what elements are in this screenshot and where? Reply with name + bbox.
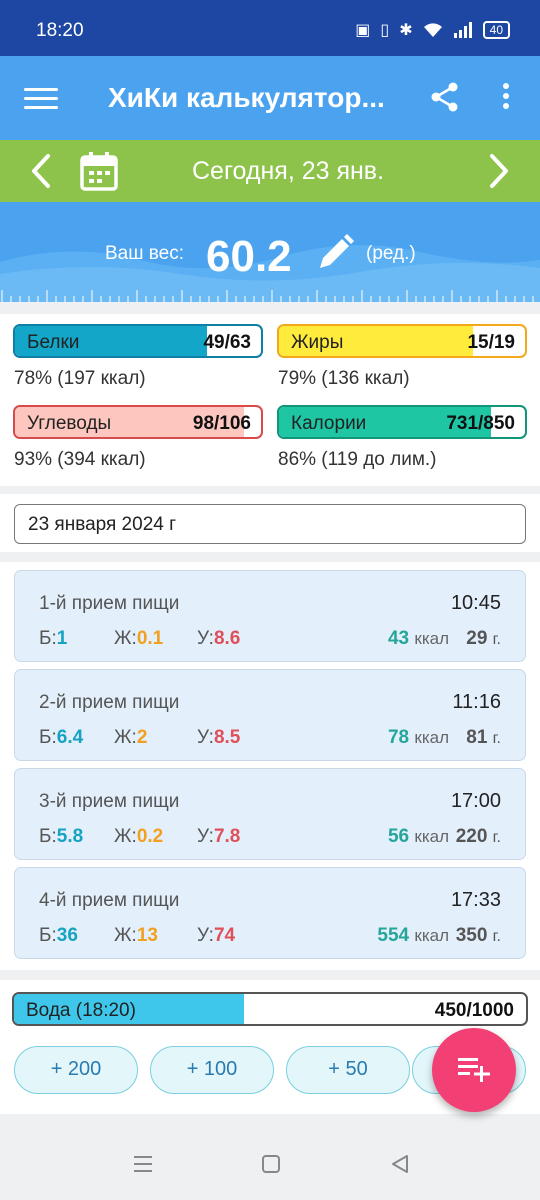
app-title: ХиКи калькулятор... — [108, 82, 385, 113]
meal-item[interactable]: 1-й прием пищи 10:45 Б:1 Ж:0.1 У:8.6 43 ккал 2… — [14, 570, 526, 662]
meal-time: 11:16 — [452, 691, 501, 713]
home-icon[interactable] — [261, 1154, 281, 1174]
water-value: 450/1000 — [434, 1000, 514, 1021]
meal-grams: 29 г. — [466, 628, 501, 649]
meal-protein: Б:1 — [39, 628, 68, 649]
meal-name: 1-й прием пищи — [39, 593, 180, 614]
meal-kcal: 56 ккал — [387, 826, 449, 847]
menu-icon[interactable] — [24, 82, 58, 112]
meal-fat: Ж:0.1 — [114, 628, 164, 649]
recents-icon[interactable] — [132, 1154, 154, 1174]
meal-carbs: У:8.6 — [197, 628, 241, 649]
macros-card: Белки 49/63 78% (197 ккал) Жиры 15/19 79… — [0, 314, 540, 486]
add-water-200-button[interactable]: + 200 — [14, 1046, 138, 1094]
protein-subtitle: 78% (197 ккал) — [14, 368, 146, 389]
meal-time: 10:45 — [450, 592, 501, 614]
weight-panel: Ваш вес: 60.2 (ред.) — [0, 202, 540, 302]
protein-label: Белки — [27, 332, 80, 353]
chevron-right-icon[interactable] — [484, 152, 514, 190]
meal-carbs: У:8.5 — [197, 727, 241, 748]
nfc-icon: ▣ — [355, 22, 371, 39]
fat-subtitle: 79% (136 ккал) — [278, 368, 410, 389]
meal-grams: 350 г. — [455, 925, 501, 946]
edit-weight-link[interactable]: (ред.) — [366, 243, 416, 265]
carbs-subtitle: 93% (394 ккал) — [14, 449, 146, 470]
meal-time: 17:00 — [450, 790, 501, 812]
system-nav-bar — [0, 1128, 540, 1200]
date-field-card: 23 января 2024 г — [0, 494, 540, 552]
date-navigation-bar: Сегодня, 23 янв. — [0, 140, 540, 202]
calories-value: 731/850 — [446, 413, 515, 434]
meal-time: 17:33 — [450, 889, 501, 911]
playlist-add-icon — [458, 1058, 490, 1082]
date-field[interactable]: 23 января 2024 г — [14, 504, 526, 544]
meal-fat: Ж:0.2 — [114, 826, 164, 847]
meal-fat: Ж:2 — [114, 727, 148, 748]
share-icon[interactable] — [428, 80, 462, 114]
fat-label: Жиры — [291, 332, 344, 353]
meals-list: 1-й прием пищи 10:45 Б:1 Ж:0.1 У:8.6 43 ккал 2… — [0, 562, 540, 970]
calories-bar: Калории 731/850 — [277, 405, 527, 439]
status-time: 18:20 — [36, 20, 84, 41]
meal-item[interactable]: 3-й прием пищи 17:00 Б:5.8 Ж:0.2 У:7.8 56 кка… — [14, 768, 526, 860]
add-water-100-button[interactable]: + 100 — [150, 1046, 274, 1094]
calendar-icon[interactable] — [78, 150, 120, 192]
battery-icon: 40 — [482, 21, 510, 39]
weight-value[interactable]: 60.2 — [206, 232, 292, 282]
chevron-left-icon[interactable] — [26, 152, 56, 190]
fat-value: 15/19 — [467, 332, 515, 353]
carbs-value: 98/106 — [192, 413, 251, 434]
back-icon[interactable] — [390, 1154, 410, 1174]
meal-name: 3-й прием пищи — [39, 791, 180, 812]
more-vert-icon[interactable] — [496, 80, 516, 114]
app-bar: ХиКи калькулятор... — [0, 56, 540, 140]
meal-carbs: У:7.8 — [197, 826, 241, 847]
water-label: Вода (18:20) — [26, 1000, 136, 1021]
meal-name: 2-й прием пищи — [39, 692, 180, 713]
vibrate-icon: ▯ — [380, 22, 390, 39]
fat-bar: Жиры 15/19 — [277, 324, 527, 358]
carbs-label: Углеводы — [27, 413, 112, 434]
weight-label: Ваш вес: — [105, 243, 184, 264]
meal-kcal: 43 ккал — [387, 628, 449, 649]
weight-ruler — [1, 290, 534, 302]
protein-bar: Белки 49/63 — [13, 324, 263, 358]
add-water-50-button[interactable]: + 50 — [286, 1046, 410, 1094]
meal-name: 4-й прием пищи — [39, 890, 180, 911]
meal-protein: Б:5.8 — [39, 826, 84, 847]
meal-protein: Б:36 — [39, 925, 78, 946]
signal-icon — [453, 22, 472, 38]
status-bar: 18:20 ▣ ▯ ✱ 40 — [0, 0, 540, 56]
bluetooth-icon: ✱ — [399, 22, 413, 39]
protein-value: 49/63 — [203, 332, 251, 353]
meal-kcal: 78 ккал — [387, 727, 449, 748]
pencil-icon[interactable] — [314, 232, 356, 274]
current-date-label[interactable]: Сегодня, 23 янв. — [192, 157, 384, 186]
meal-fat: Ж:13 — [114, 925, 158, 946]
meal-item[interactable]: 4-й прием пищи 17:33 Б:36 Ж:13 У:74 554 ккал 3… — [14, 867, 526, 959]
meal-item[interactable]: 2-й прием пищи 11:16 Б:6.4 Ж:2 У:8.5 78 ккал 8… — [14, 669, 526, 761]
meal-grams: 81 г. — [466, 727, 501, 748]
calories-label: Калории — [291, 413, 367, 434]
meal-carbs: У:74 — [197, 925, 236, 946]
add-meal-fab[interactable] — [432, 1028, 516, 1112]
meal-kcal: 554 ккал — [377, 925, 449, 946]
water-bar: Вода (18:20) 450/1000 — [12, 992, 528, 1026]
meal-protein: Б:6.4 — [39, 727, 84, 748]
wifi-icon — [423, 23, 442, 37]
carbs-bar: Углеводы 98/106 — [13, 405, 263, 439]
status-icons: ▣ ▯ ✱ 40 — [355, 20, 510, 40]
meal-grams: 220 г. — [455, 826, 501, 847]
calories-subtitle: 86% (119 до лим.) — [278, 449, 437, 470]
